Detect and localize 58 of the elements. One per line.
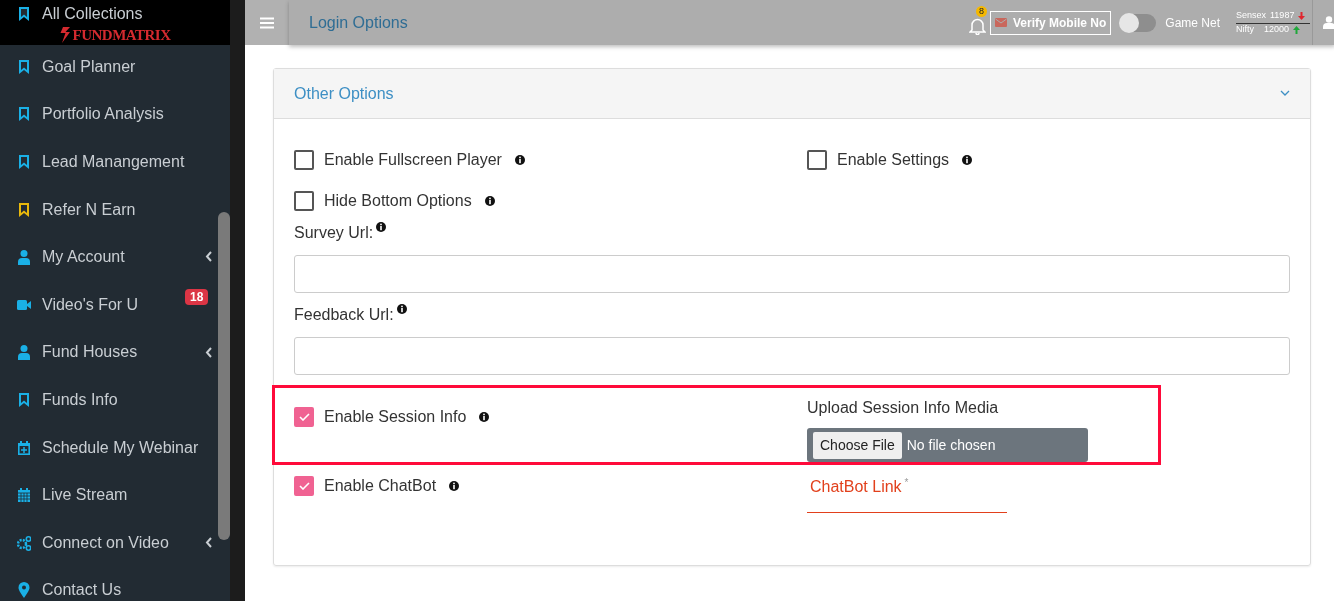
logo-text: FUNDMATRIX: [72, 27, 171, 43]
checkbox-label: Enable Session Info: [324, 406, 467, 427]
ticker-name: Nifty: [1236, 24, 1254, 35]
checkbox[interactable]: [294, 149, 314, 170]
input-field[interactable]: [294, 255, 1290, 293]
checkbox-label: Enable Fullscreen Player: [324, 149, 502, 170]
info-icon: [514, 154, 525, 165]
notification-badge: 8: [975, 5, 987, 17]
count-badge: 18: [185, 288, 209, 305]
notification-bell-icon: [968, 17, 986, 36]
info-icon: [962, 154, 973, 165]
check-icon: [298, 481, 310, 490]
ticker-name: Sensex: [1236, 10, 1267, 21]
sidebar-item[interactable]: Connect on Video: [0, 518, 216, 567]
sidebar-item[interactable]: All Collections: [0, 0, 216, 27]
field-label: Upload Session Info Media: [807, 398, 1000, 418]
checkbox[interactable]: [294, 406, 314, 427]
info-icon: [484, 195, 495, 206]
checkbox[interactable]: [807, 149, 827, 170]
toggle-switch[interactable]: [1120, 13, 1157, 32]
sidebar-item[interactable]: Lead Manangement: [0, 138, 216, 186]
sidebar-item[interactable]: My Account: [0, 233, 216, 281]
sidebar-item[interactable]: Schedule My Webinar: [0, 423, 216, 472]
page-title: Login Options: [309, 12, 408, 33]
file-input[interactable]: Choose File No file chosen: [807, 428, 1088, 462]
scrollbar-thumb[interactable]: [218, 212, 230, 540]
field-label: Feedback Url:: [294, 306, 394, 323]
sidebar-item[interactable]: Refer N Earn: [0, 185, 216, 234]
sidebar-item[interactable]: Contact Us: [0, 566, 216, 601]
input-field[interactable]: [294, 337, 1290, 375]
menu-icon: [260, 16, 274, 29]
sidebar-item[interactable]: Goal Planner: [0, 43, 216, 91]
info-icon: [479, 411, 490, 422]
user-icon: [1323, 16, 1334, 29]
checkbox-label: Enable Settings: [837, 149, 950, 170]
sidebar-item[interactable]: Portfolio Analysis: [0, 90, 216, 139]
field-label: Survey Url:: [294, 224, 374, 241]
card-title: Other Options: [294, 83, 394, 104]
sidebar-item[interactable]: Funds Info: [0, 376, 216, 424]
checkbox[interactable]: [294, 190, 314, 211]
info-icon: [396, 304, 407, 314]
info-icon: [376, 222, 387, 232]
envelope-icon: [994, 18, 1007, 27]
file-status: No file chosen: [906, 435, 996, 455]
choose-file-button[interactable]: Choose File: [813, 431, 902, 459]
chatbot-link-field[interactable]: ChatBot Link $^{*}$: [807, 471, 1007, 513]
check-icon: [298, 412, 310, 421]
checkbox-label: Enable ChatBot: [324, 475, 437, 496]
info-icon: [449, 480, 460, 491]
sidebar-item[interactable]: Live Stream: [0, 471, 216, 519]
ticker-value: 12000: [1264, 24, 1290, 35]
sidebar-item[interactable]: Video's For U 18: [0, 280, 216, 329]
logo-mark-icon: [59, 27, 72, 43]
toggle-label: Game Net: [1165, 14, 1220, 32]
ticker-value: 11987: [1270, 10, 1295, 21]
sidebar-item[interactable]: Fund Houses: [0, 328, 216, 377]
checkbox[interactable]: [294, 475, 314, 496]
checkbox-label: Hide Bottom Options: [324, 190, 472, 211]
